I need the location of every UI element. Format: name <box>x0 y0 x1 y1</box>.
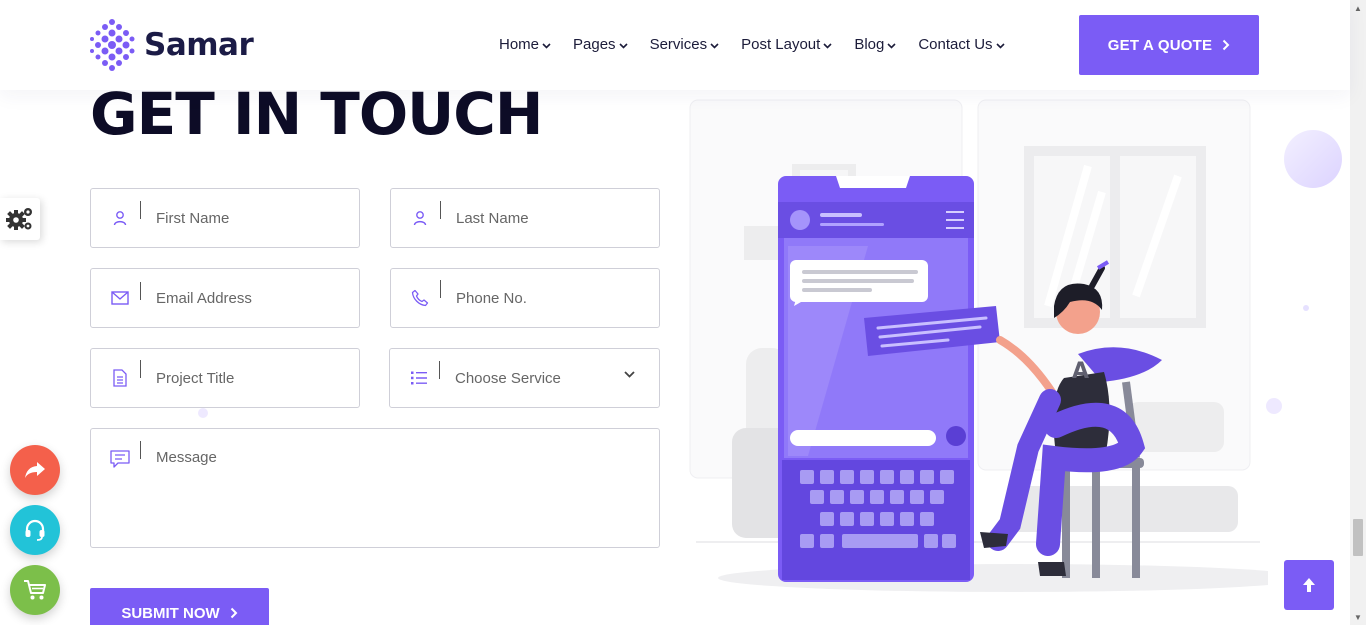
nav-label: Home <box>499 36 540 53</box>
chevron-down-icon <box>542 42 551 49</box>
chevron-down-icon <box>823 42 832 49</box>
document-icon <box>91 360 149 387</box>
arrow-up-icon <box>1303 578 1315 592</box>
illustration-phone <box>778 176 974 582</box>
last-name-field[interactable]: Last Name <box>390 188 660 248</box>
chevron-right-icon <box>230 607 238 619</box>
phone-field[interactable]: Phone No. <box>390 268 660 328</box>
chevron-down-icon <box>995 42 1005 49</box>
project-title-field[interactable]: Project Title <box>90 348 360 408</box>
get-a-quote-button[interactable]: GET A QUOTE <box>1079 15 1259 75</box>
page-title: GET IN TOUCH <box>90 80 543 148</box>
phone-icon <box>391 280 449 307</box>
submit-button-label: SUBMIT NOW <box>121 604 220 622</box>
choose-service-select[interactable]: Choose Service <box>389 348 660 408</box>
list-icon <box>390 361 448 386</box>
decor-dot <box>1303 305 1309 311</box>
nav-pages[interactable]: Pages <box>573 36 628 53</box>
nav-label: Contact Us <box>918 36 993 53</box>
svg-text:A: A <box>1072 359 1089 384</box>
message-field[interactable]: Message <box>90 428 660 548</box>
nav-blog[interactable]: Blog <box>854 36 896 53</box>
nav-label: Pages <box>573 36 616 53</box>
chevron-right-icon <box>1223 39 1230 51</box>
share-icon <box>25 462 45 478</box>
site-header: Samar Home Pages Services Post Layout Bl… <box>0 0 1350 90</box>
headset-icon <box>25 519 45 541</box>
nav-contact-us[interactable]: Contact Us <box>918 36 1005 53</box>
gears-icon <box>6 208 32 230</box>
first-name-placeholder: First Name <box>156 209 230 227</box>
scroll-to-top-button[interactable] <box>1284 560 1334 610</box>
decor-dot <box>198 408 208 418</box>
last-name-placeholder: Last Name <box>456 209 529 227</box>
nav-post-layout[interactable]: Post Layout <box>741 36 832 53</box>
scrollbar-thumb[interactable] <box>1353 519 1363 556</box>
first-name-field[interactable]: First Name <box>90 188 360 248</box>
chevron-down-icon <box>710 42 719 49</box>
cart-button[interactable] <box>10 565 60 615</box>
decor-dot <box>1266 398 1282 414</box>
chevron-down-icon <box>887 42 896 49</box>
main-nav: Home Pages Services Post Layout Blog Con… <box>499 36 1027 53</box>
logo-text: Samar <box>144 27 254 63</box>
nav-home[interactable]: Home <box>499 36 551 53</box>
quote-button-label: GET A QUOTE <box>1107 36 1213 54</box>
email-placeholder: Email Address <box>156 289 252 307</box>
envelope-icon <box>91 282 149 305</box>
chevron-down-icon <box>618 42 628 49</box>
cart-icon <box>24 580 46 600</box>
support-button[interactable] <box>10 505 60 555</box>
user-icon <box>91 201 149 226</box>
settings-panel-toggle[interactable] <box>0 198 40 240</box>
logo[interactable]: Samar <box>88 18 254 72</box>
page-scrollbar[interactable]: ▲ ▼ <box>1350 0 1366 625</box>
user-icon <box>391 201 449 226</box>
logo-mark-icon <box>90 19 135 71</box>
scroll-down-arrow-icon[interactable]: ▼ <box>1350 609 1366 625</box>
chevron-down-icon <box>624 371 635 378</box>
message-placeholder: Message <box>156 449 217 466</box>
project-title-placeholder: Project Title <box>156 369 235 387</box>
email-field[interactable]: Email Address <box>90 268 360 328</box>
share-button[interactable] <box>10 445 60 495</box>
nav-services[interactable]: Services <box>650 36 720 53</box>
scroll-up-arrow-icon[interactable]: ▲ <box>1350 0 1366 16</box>
nav-label: Post Layout <box>741 36 821 53</box>
service-selected-value: Choose Service <box>455 369 561 387</box>
submit-now-button[interactable]: SUBMIT NOW <box>90 588 269 625</box>
decor-circle <box>1284 130 1342 188</box>
contact-illustration: A <box>689 99 1268 592</box>
nav-label: Services <box>649 36 708 53</box>
nav-label: Blog <box>854 36 885 53</box>
phone-placeholder: Phone No. <box>456 289 527 307</box>
chat-icon <box>91 441 149 468</box>
